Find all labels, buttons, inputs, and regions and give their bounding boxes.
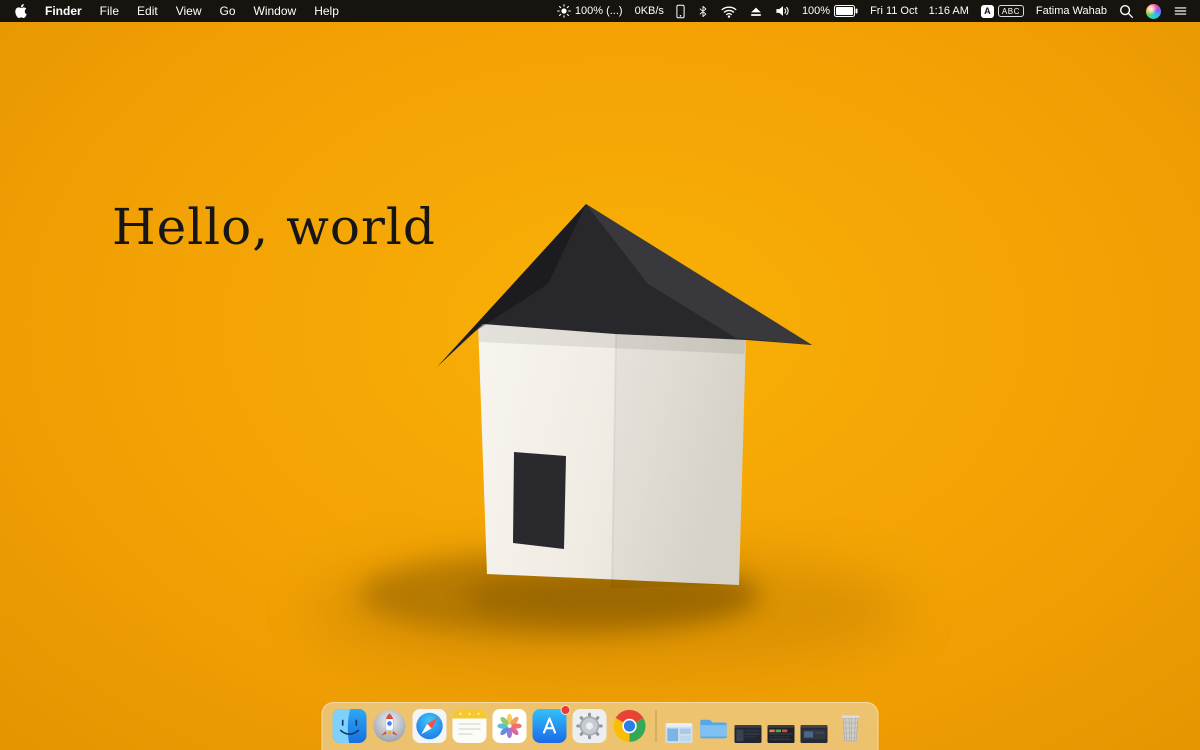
user-name-label: Fatima Wahab <box>1035 5 1107 17</box>
eject-icon <box>751 7 761 16</box>
bluetooth-icon <box>699 5 707 17</box>
dock-launchpad[interactable] <box>373 709 407 743</box>
minimized-window-icon <box>734 725 762 743</box>
date-label: Fri 11 Oct <box>870 5 918 17</box>
wallpaper-text: Hello, world <box>112 198 436 256</box>
launchpad-icon <box>373 710 406 742</box>
siri-button[interactable] <box>1140 0 1167 22</box>
minimized-window-icon <box>767 725 795 743</box>
wifi-status[interactable] <box>715 0 743 22</box>
volume-icon <box>776 6 789 16</box>
brightness-label: 100% (...) <box>574 5 623 17</box>
dock-trash[interactable] <box>834 709 868 743</box>
paper-house-wallpaper <box>310 204 910 672</box>
system-preferences-icon <box>572 709 607 743</box>
dock-minimized-window-2[interactable] <box>734 725 762 743</box>
menu-file[interactable]: File <box>91 0 128 22</box>
dock-safari[interactable] <box>412 709 447 743</box>
battery-percent-label: 100% <box>801 5 831 17</box>
device-icon <box>676 4 685 18</box>
volume-status[interactable] <box>769 0 796 22</box>
photos-icon <box>492 709 527 743</box>
trash-icon <box>841 715 860 742</box>
chrome-icon <box>613 709 646 743</box>
desktop[interactable]: Hello, world <box>0 22 1200 750</box>
dock <box>321 702 879 750</box>
dock-photos[interactable] <box>492 709 527 743</box>
house-side-shade <box>612 330 746 588</box>
finder-icon <box>332 709 367 743</box>
dock-minimized-window-1[interactable] <box>665 723 693 743</box>
dock-system-preferences[interactable] <box>572 709 607 743</box>
minimized-window-icon <box>665 723 693 743</box>
menu-help[interactable]: Help <box>305 0 348 22</box>
input-source-menu[interactable]: A ABC <box>975 0 1030 22</box>
safari-icon <box>412 709 447 743</box>
bluetooth-status[interactable] <box>691 0 715 22</box>
dock-notes[interactable] <box>452 709 487 743</box>
app-menu-finder[interactable]: Finder <box>36 0 91 22</box>
macos-desktop: Finder File Edit View Go Window Help 100… <box>0 0 1200 750</box>
input-source-label: ABC <box>997 5 1024 17</box>
device-status[interactable] <box>670 0 691 22</box>
notification-center-button[interactable] <box>1167 0 1194 22</box>
app-store-icon <box>532 709 567 743</box>
network-speed-status[interactable]: 0KB/s <box>629 0 670 22</box>
apple-menu[interactable] <box>6 0 36 22</box>
battery-status[interactable]: 100% <box>796 0 864 22</box>
menu-bar: Finder File Edit View Go Window Help 100… <box>0 0 1200 22</box>
dock-chrome[interactable] <box>613 709 647 743</box>
dock-downloads-folder[interactable] <box>699 716 729 743</box>
menu-window[interactable]: Window <box>245 0 306 22</box>
clock[interactable]: Fri 11 Oct 1:16 AM <box>864 0 975 22</box>
dock-app-store[interactable] <box>532 705 571 743</box>
house-door <box>513 452 566 549</box>
menu-bar-status-area: 100% (...) 0KB/s 100% Fri 11 Oct 1:16 AM… <box>551 0 1194 22</box>
brightness-status[interactable]: 100% (...) <box>551 0 629 22</box>
network-speed-label: 0KB/s <box>634 5 664 17</box>
input-source-icon: A <box>980 4 994 18</box>
menu-view[interactable]: View <box>167 0 211 22</box>
wifi-icon <box>721 6 737 18</box>
eject-status[interactable] <box>743 0 769 22</box>
menu-go[interactable]: Go <box>211 0 245 22</box>
dock-finder[interactable] <box>332 709 367 743</box>
brightness-icon <box>557 4 571 18</box>
minimized-window-icon <box>800 725 828 743</box>
spotlight-button[interactable] <box>1113 0 1140 22</box>
siri-icon <box>1146 3 1161 19</box>
notification-center-icon <box>1174 7 1187 15</box>
spotlight-icon <box>1119 4 1134 18</box>
notes-icon <box>452 709 487 743</box>
menu-edit[interactable]: Edit <box>128 0 167 22</box>
dock-minimized-window-4[interactable] <box>800 725 828 743</box>
menu-bar-left: Finder File Edit View Go Window Help <box>6 0 348 22</box>
user-menu[interactable]: Fatima Wahab <box>1030 0 1113 22</box>
battery-icon <box>834 5 858 17</box>
apple-icon <box>15 4 27 18</box>
dock-minimized-window-3[interactable] <box>767 725 795 743</box>
dock-separator <box>655 710 657 742</box>
folder-icon <box>700 719 727 739</box>
app-store-badge <box>560 705 571 715</box>
time-label: 1:16 AM <box>928 5 969 17</box>
